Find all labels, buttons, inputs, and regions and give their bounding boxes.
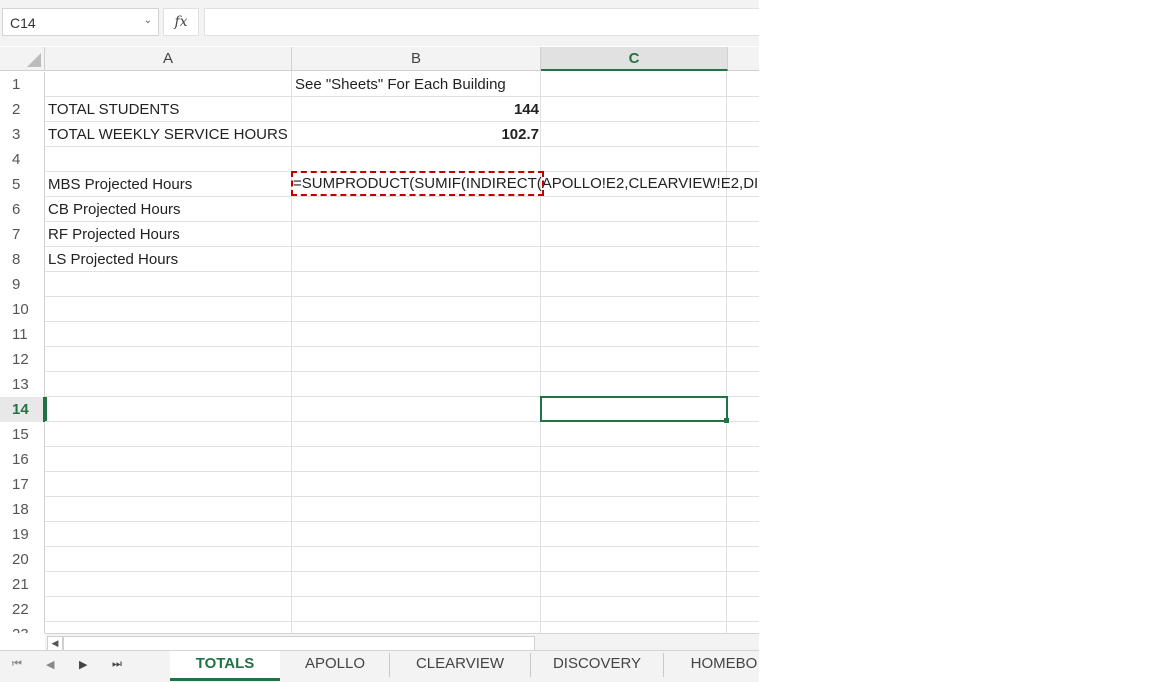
copy-marquee <box>291 171 544 196</box>
active-cell-c14[interactable] <box>540 396 728 422</box>
grid-line <box>45 471 759 472</box>
row-header-13[interactable]: 13 <box>0 372 45 397</box>
row-header-10[interactable]: 10 <box>0 297 45 322</box>
row-header-11[interactable]: 11 <box>0 322 45 347</box>
cell-a8[interactable]: LS Projected Hours <box>48 247 178 272</box>
grid-line <box>291 71 292 633</box>
cell-a2[interactable]: TOTAL STUDENTS <box>48 97 179 122</box>
row-header-18[interactable]: 18 <box>0 497 45 522</box>
row-header-2[interactable]: 2 <box>0 97 45 122</box>
scroll-left-icon[interactable]: ◀ <box>47 636 63 651</box>
tab-homebo[interactable]: HOMEBO <box>664 651 759 681</box>
name-box[interactable]: C14 ⌄ <box>2 8 159 36</box>
cell-b2[interactable]: 144 <box>292 97 539 122</box>
cell-a5[interactable]: MBS Projected Hours <box>48 172 192 197</box>
grid-line <box>45 546 759 547</box>
row-header-6[interactable]: 6 <box>0 197 45 222</box>
grid-line <box>45 346 759 347</box>
grid-line <box>45 296 759 297</box>
chevron-down-icon[interactable]: ⌄ <box>144 15 152 26</box>
fill-handle[interactable] <box>724 418 729 423</box>
next-sheet-icon[interactable]: ▶ <box>79 658 87 671</box>
last-sheet-icon[interactable]: ⏭ <box>112 658 122 671</box>
scrollbar-thumb[interactable] <box>63 636 535 651</box>
tab-clearview[interactable]: CLEARVIEW <box>390 651 530 681</box>
grid-line <box>45 571 759 572</box>
prev-sheet-icon[interactable]: ◀ <box>46 658 54 671</box>
spreadsheet-app: C14 ⌄ fx A B C 1 2 3 4 5 6 7 8 9 10 11 12 13 14 15 16 17… <box>0 0 759 682</box>
row-header-3[interactable]: 3 <box>0 122 45 147</box>
row-cursor-indicator <box>45 397 47 421</box>
column-header-d[interactable] <box>728 47 759 71</box>
sheet-tab-bar: ⏮ ◀ ▶ ⏭ TOTALS APOLLO CLEARVIEW DISCOVER… <box>0 650 759 682</box>
row-header-23[interactable]: 23 <box>0 622 45 633</box>
grid-line <box>45 321 759 322</box>
cell-b3[interactable]: 102.7 <box>292 122 539 147</box>
horizontal-scrollbar[interactable]: ◀ <box>45 633 759 651</box>
grid-line <box>45 496 759 497</box>
grid-line <box>726 71 727 633</box>
name-box-value: C14 <box>10 15 36 31</box>
row-header-19[interactable]: 19 <box>0 522 45 547</box>
grid-line <box>45 521 759 522</box>
formula-bar: C14 ⌄ fx <box>0 0 759 46</box>
tab-totals[interactable]: TOTALS <box>170 651 280 681</box>
cell-a3[interactable]: TOTAL WEEKLY SERVICE HOURS <box>48 122 288 147</box>
grid-line <box>45 621 759 622</box>
row-header-9[interactable]: 9 <box>0 272 45 297</box>
select-all-icon <box>27 53 41 67</box>
cell-b1[interactable]: See "Sheets" For Each Building <box>295 72 506 97</box>
row-header-21[interactable]: 21 <box>0 572 45 597</box>
cell-a7[interactable]: RF Projected Hours <box>48 222 180 247</box>
row-header-15[interactable]: 15 <box>0 422 45 447</box>
grid-line <box>45 596 759 597</box>
row-header-12[interactable]: 12 <box>0 347 45 372</box>
column-header-b[interactable]: B <box>292 47 541 71</box>
row-header-7[interactable]: 7 <box>0 222 45 247</box>
formula-input[interactable] <box>204 8 759 36</box>
tab-apollo[interactable]: APOLLO <box>282 651 388 681</box>
first-sheet-icon[interactable]: ⏮ <box>12 658 22 671</box>
insert-function-icon[interactable]: fx <box>163 8 199 36</box>
row-header-4[interactable]: 4 <box>0 147 45 172</box>
cell-a6[interactable]: CB Projected Hours <box>48 197 181 222</box>
row-header-22[interactable]: 22 <box>0 597 45 622</box>
grid-line <box>45 371 759 372</box>
column-header-a[interactable]: A <box>45 47 292 71</box>
row-header-16[interactable]: 16 <box>0 447 45 472</box>
row-header-20[interactable]: 20 <box>0 547 45 572</box>
grid-line <box>540 71 541 633</box>
column-header-c[interactable]: C <box>541 47 728 71</box>
row-header-1[interactable]: 1 <box>0 72 45 97</box>
row-header-17[interactable]: 17 <box>0 472 45 497</box>
row-header-5[interactable]: 5 <box>0 172 45 197</box>
select-all-button[interactable] <box>0 47 45 71</box>
grid-line <box>45 446 759 447</box>
row-header-8[interactable]: 8 <box>0 247 45 272</box>
tab-discovery[interactable]: DISCOVERY <box>531 651 663 681</box>
row-header-14[interactable]: 14 <box>0 397 45 422</box>
